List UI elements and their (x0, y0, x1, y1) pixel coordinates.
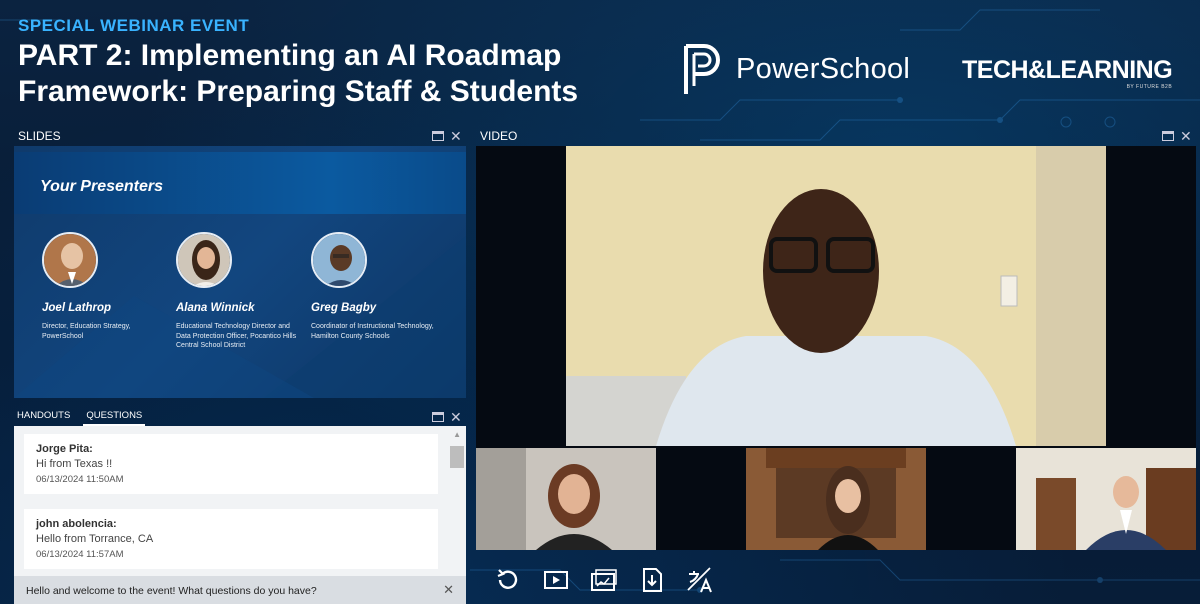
event-title: PART 2: Implementing an AI Roadmap Frame… (18, 38, 638, 110)
presenter-role: Coordinator of Instructional Technology,… (311, 323, 434, 340)
questions-list[interactable]: Jorge Pita: Hi from Texas !! 06/13/2024 … (14, 426, 466, 576)
download-icon[interactable] (638, 566, 666, 594)
question-time: 06/13/2024 11:50AM (36, 474, 124, 485)
participant-video (476, 448, 656, 550)
event-eyebrow: SPECIAL WEBINAR EVENT (18, 16, 250, 35)
techlearning-wordmark: TECH&LEARNING (962, 56, 1173, 84)
question-text: Hello from Torrance, CA (36, 533, 154, 545)
close-icon[interactable]: ✕ (1180, 129, 1192, 143)
tab-questions[interactable]: QUESTIONS (83, 408, 146, 426)
powerschool-mark-icon (684, 44, 720, 94)
translate-icon[interactable] (686, 566, 714, 594)
video-area (476, 146, 1196, 550)
question-author: john abolencia: (36, 518, 117, 530)
powerschool-logo: PowerSchool (682, 42, 910, 96)
presenter-card: Alana Winnick Educational Technology Dir… (176, 232, 306, 351)
close-icon[interactable]: ✕ (450, 129, 462, 143)
slides-icon[interactable] (590, 566, 618, 594)
main-speaker-video (566, 146, 1106, 446)
webinar-header: SPECIAL WEBINAR EVENT PART 2: Implementi… (18, 16, 638, 110)
question-author: Jorge Pita: (36, 443, 93, 455)
title-line-1: PART 2: Implementing an AI Roadmap (18, 39, 562, 72)
participant-video (746, 448, 926, 550)
powerschool-wordmark: PowerSchool (736, 52, 911, 85)
player-toolbar (494, 566, 714, 594)
qa-tabs: HANDOUTS QUESTIONS (14, 408, 466, 426)
avatar (176, 232, 232, 288)
video-panel-label: VIDEO (480, 129, 518, 143)
presenter-role: Educational Technology Director and Data… (176, 323, 297, 349)
chat-message-bar: Hello and welcome to the event! What que… (14, 576, 466, 604)
avatar (311, 232, 367, 288)
presenter-name: Joel Lathrop (42, 302, 112, 314)
maximize-icon[interactable] (432, 412, 444, 422)
scroll-thumb[interactable] (450, 446, 464, 468)
presenter-card: Greg Bagby Coordinator of Instructional … (311, 232, 441, 341)
techlearning-logo: TECH&LEARNING BY FUTURE B2B (962, 56, 1173, 90)
title-line-2: Framework: Preparing Staff & Students (18, 75, 579, 108)
slide-title: Your Presenters (40, 178, 164, 195)
presenter-name: Greg Bagby (311, 302, 377, 314)
question-time: 06/13/2024 11:57AM (36, 549, 124, 560)
presenter-role: Director, Education Strategy, PowerSchoo… (42, 323, 131, 340)
avatar (42, 232, 98, 288)
play-icon[interactable] (542, 566, 570, 594)
video-panel-controls: ✕ (1162, 129, 1192, 143)
tab-handouts[interactable]: HANDOUTS (14, 408, 73, 426)
slides-panel-label: SLIDES (18, 129, 61, 143)
chat-message: Hello and welcome to the event! What que… (26, 585, 317, 597)
question-text: Hi from Texas !! (36, 458, 113, 470)
qa-panel-controls: ✕ (432, 410, 462, 424)
close-icon[interactable]: ✕ (450, 410, 462, 424)
close-icon[interactable]: ✕ (443, 583, 454, 596)
replay-icon[interactable] (494, 566, 522, 594)
scrollbar[interactable]: ▲ (450, 430, 464, 570)
question-item: john abolencia: Hello from Torrance, CA … (24, 509, 438, 569)
maximize-icon[interactable] (432, 131, 444, 141)
slides-panel-controls: ✕ (432, 129, 462, 143)
presenter-card: Joel Lathrop Director, Education Strateg… (42, 232, 172, 341)
maximize-icon[interactable] (1162, 131, 1174, 141)
presenter-name: Alana Winnick (176, 302, 255, 314)
scroll-up-icon[interactable]: ▲ (453, 430, 461, 439)
presentation-slide: Your Presenters Joel Lathrop Director, E… (14, 146, 466, 398)
question-item: Jorge Pita: Hi from Texas !! 06/13/2024 … (24, 434, 438, 494)
participant-video (1016, 448, 1196, 550)
